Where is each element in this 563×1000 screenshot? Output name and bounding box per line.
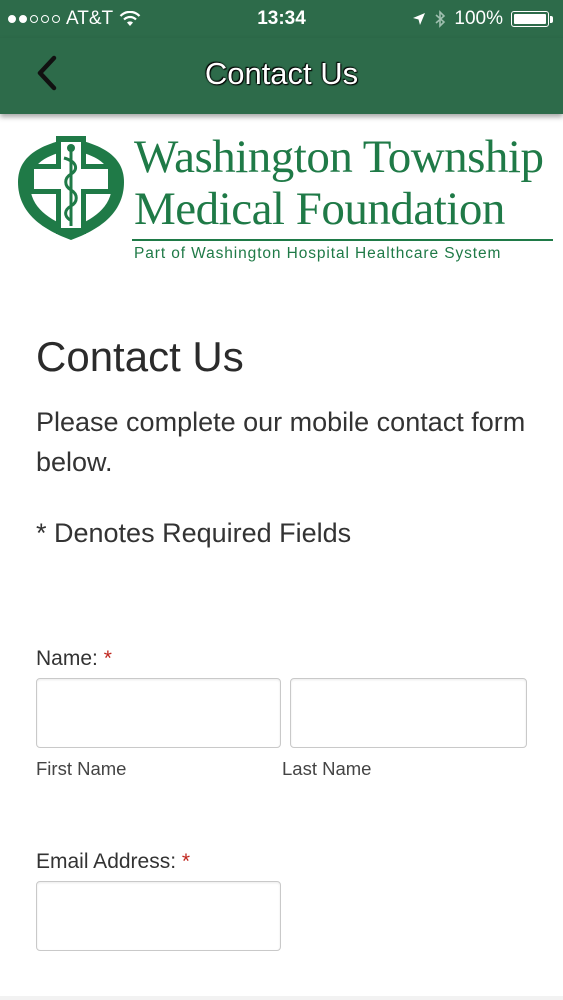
organization-logo: Washington Township Medical Foundation P…	[10, 128, 558, 268]
nav-bar: Contact Us	[0, 38, 563, 114]
logo-text-line2: Medical Foundation	[134, 183, 505, 235]
first-name-input[interactable]	[36, 678, 281, 748]
logo-tagline: Part of Washington Hospital Healthcare S…	[134, 245, 502, 262]
last-name-input[interactable]	[290, 678, 527, 748]
logo-text-line1: Washington Township	[134, 131, 544, 183]
last-name-sublabel: Last Name	[282, 758, 372, 779]
page-title: Contact Us	[36, 333, 244, 380]
page-bottom-edge	[0, 996, 563, 1000]
required-marker: *	[181, 850, 191, 873]
intro-text: Please complete our mobile contact form …	[36, 407, 526, 477]
nav-title: Contact Us	[204, 56, 359, 91]
email-label: Email Address: *	[36, 850, 190, 874]
status-bar: AT&T 13:34 100%	[0, 0, 563, 38]
name-label-text: Name:	[36, 647, 98, 670]
status-right: 100%	[412, 8, 553, 30]
caduceus-cross-icon	[18, 136, 124, 240]
required-fields-note: * Denotes Required Fields	[36, 518, 352, 548]
battery-percent: 100%	[454, 8, 503, 29]
battery-icon	[511, 11, 553, 27]
first-name-sublabel: First Name	[36, 758, 127, 779]
name-label: Name: *	[36, 647, 112, 671]
required-marker: *	[103, 647, 112, 670]
location-arrow-icon	[413, 13, 426, 25]
logo-divider	[132, 239, 553, 241]
email-input[interactable]	[36, 881, 281, 951]
bluetooth-icon	[435, 10, 446, 28]
email-label-text: Email Address:	[36, 850, 177, 873]
